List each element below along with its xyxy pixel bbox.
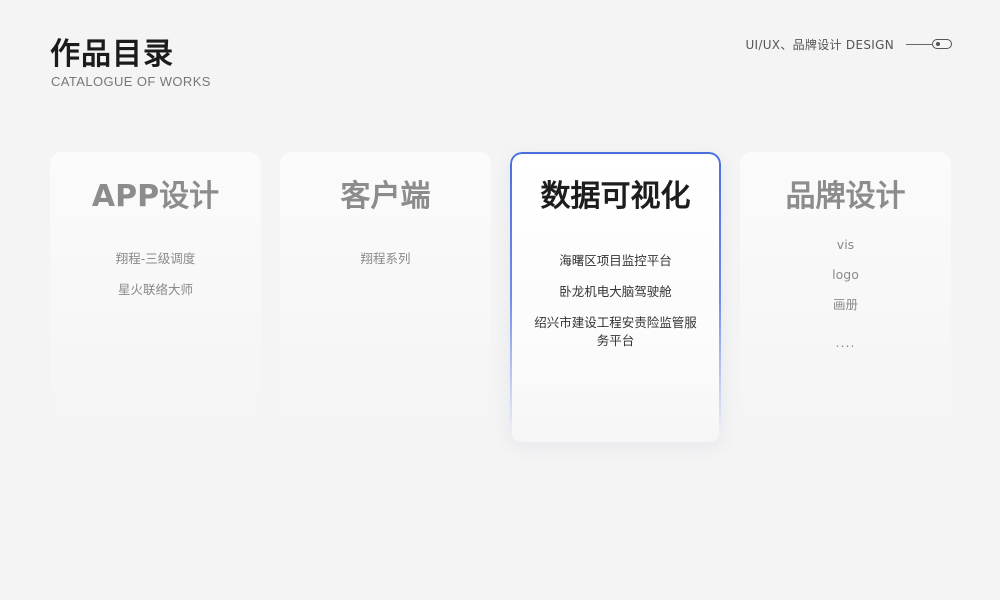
card-client[interactable]: 客户端 翔程系列 (280, 152, 491, 442)
card-item-list: 翔程-三级调度 星火联络大师 (64, 250, 247, 312)
card-item[interactable]: logo (754, 266, 937, 284)
card-title: 客户端 (340, 179, 431, 214)
toggle-knob (936, 42, 940, 46)
top-right-nav: UI/UX、品牌设计 DESIGN (745, 34, 952, 54)
card-item-list: vis logo 画册 .... (754, 236, 937, 364)
card-title: 数据可视化 (540, 179, 691, 214)
card-item[interactable]: 翔程-三级调度 (64, 250, 247, 268)
card-item[interactable]: 卧龙机电大脑驾驶舱 (532, 283, 699, 301)
toggle-icon[interactable] (932, 39, 952, 49)
card-item[interactable]: 星火联络大师 (64, 281, 247, 299)
card-item[interactable]: 画册 (754, 296, 937, 314)
card-item[interactable]: 海曙区项目监控平台 (532, 252, 699, 270)
card-item-list: 海曙区项目监控平台 卧龙机电大脑驾驶舱 绍兴市建设工程安责险监管服务平台 (532, 252, 699, 363)
more-indicator: .... (835, 335, 856, 350)
card-item[interactable]: 绍兴市建设工程安责险监管服务平台 (532, 314, 699, 350)
card-title: APP设计 (91, 179, 220, 214)
card-data-visualization[interactable]: 数据可视化 海曙区项目监控平台 卧龙机电大脑驾驶舱 绍兴市建设工程安责险监管服务… (510, 152, 721, 442)
card-app-design[interactable]: APP设计 翔程-三级调度 星火联络大师 (50, 152, 261, 442)
card-item-list: 翔程系列 (294, 250, 477, 281)
category-tag: UI/UX、品牌设计 DESIGN (745, 37, 894, 52)
catalogue-cards: APP设计 翔程-三级调度 星火联络大师 客户端 翔程系列 数据可视化 海曙区项… (50, 152, 952, 442)
card-brand-design[interactable]: 品牌设计 vis logo 画册 .... (740, 152, 951, 442)
card-item[interactable]: vis (754, 236, 937, 254)
page-subtitle: CATALOGUE OF WORKS (51, 74, 211, 89)
toggle-line (906, 43, 932, 45)
card-item[interactable]: 翔程系列 (294, 250, 477, 268)
card-title: 品牌设计 (785, 179, 906, 214)
page-title: 作品目录 (50, 37, 174, 72)
